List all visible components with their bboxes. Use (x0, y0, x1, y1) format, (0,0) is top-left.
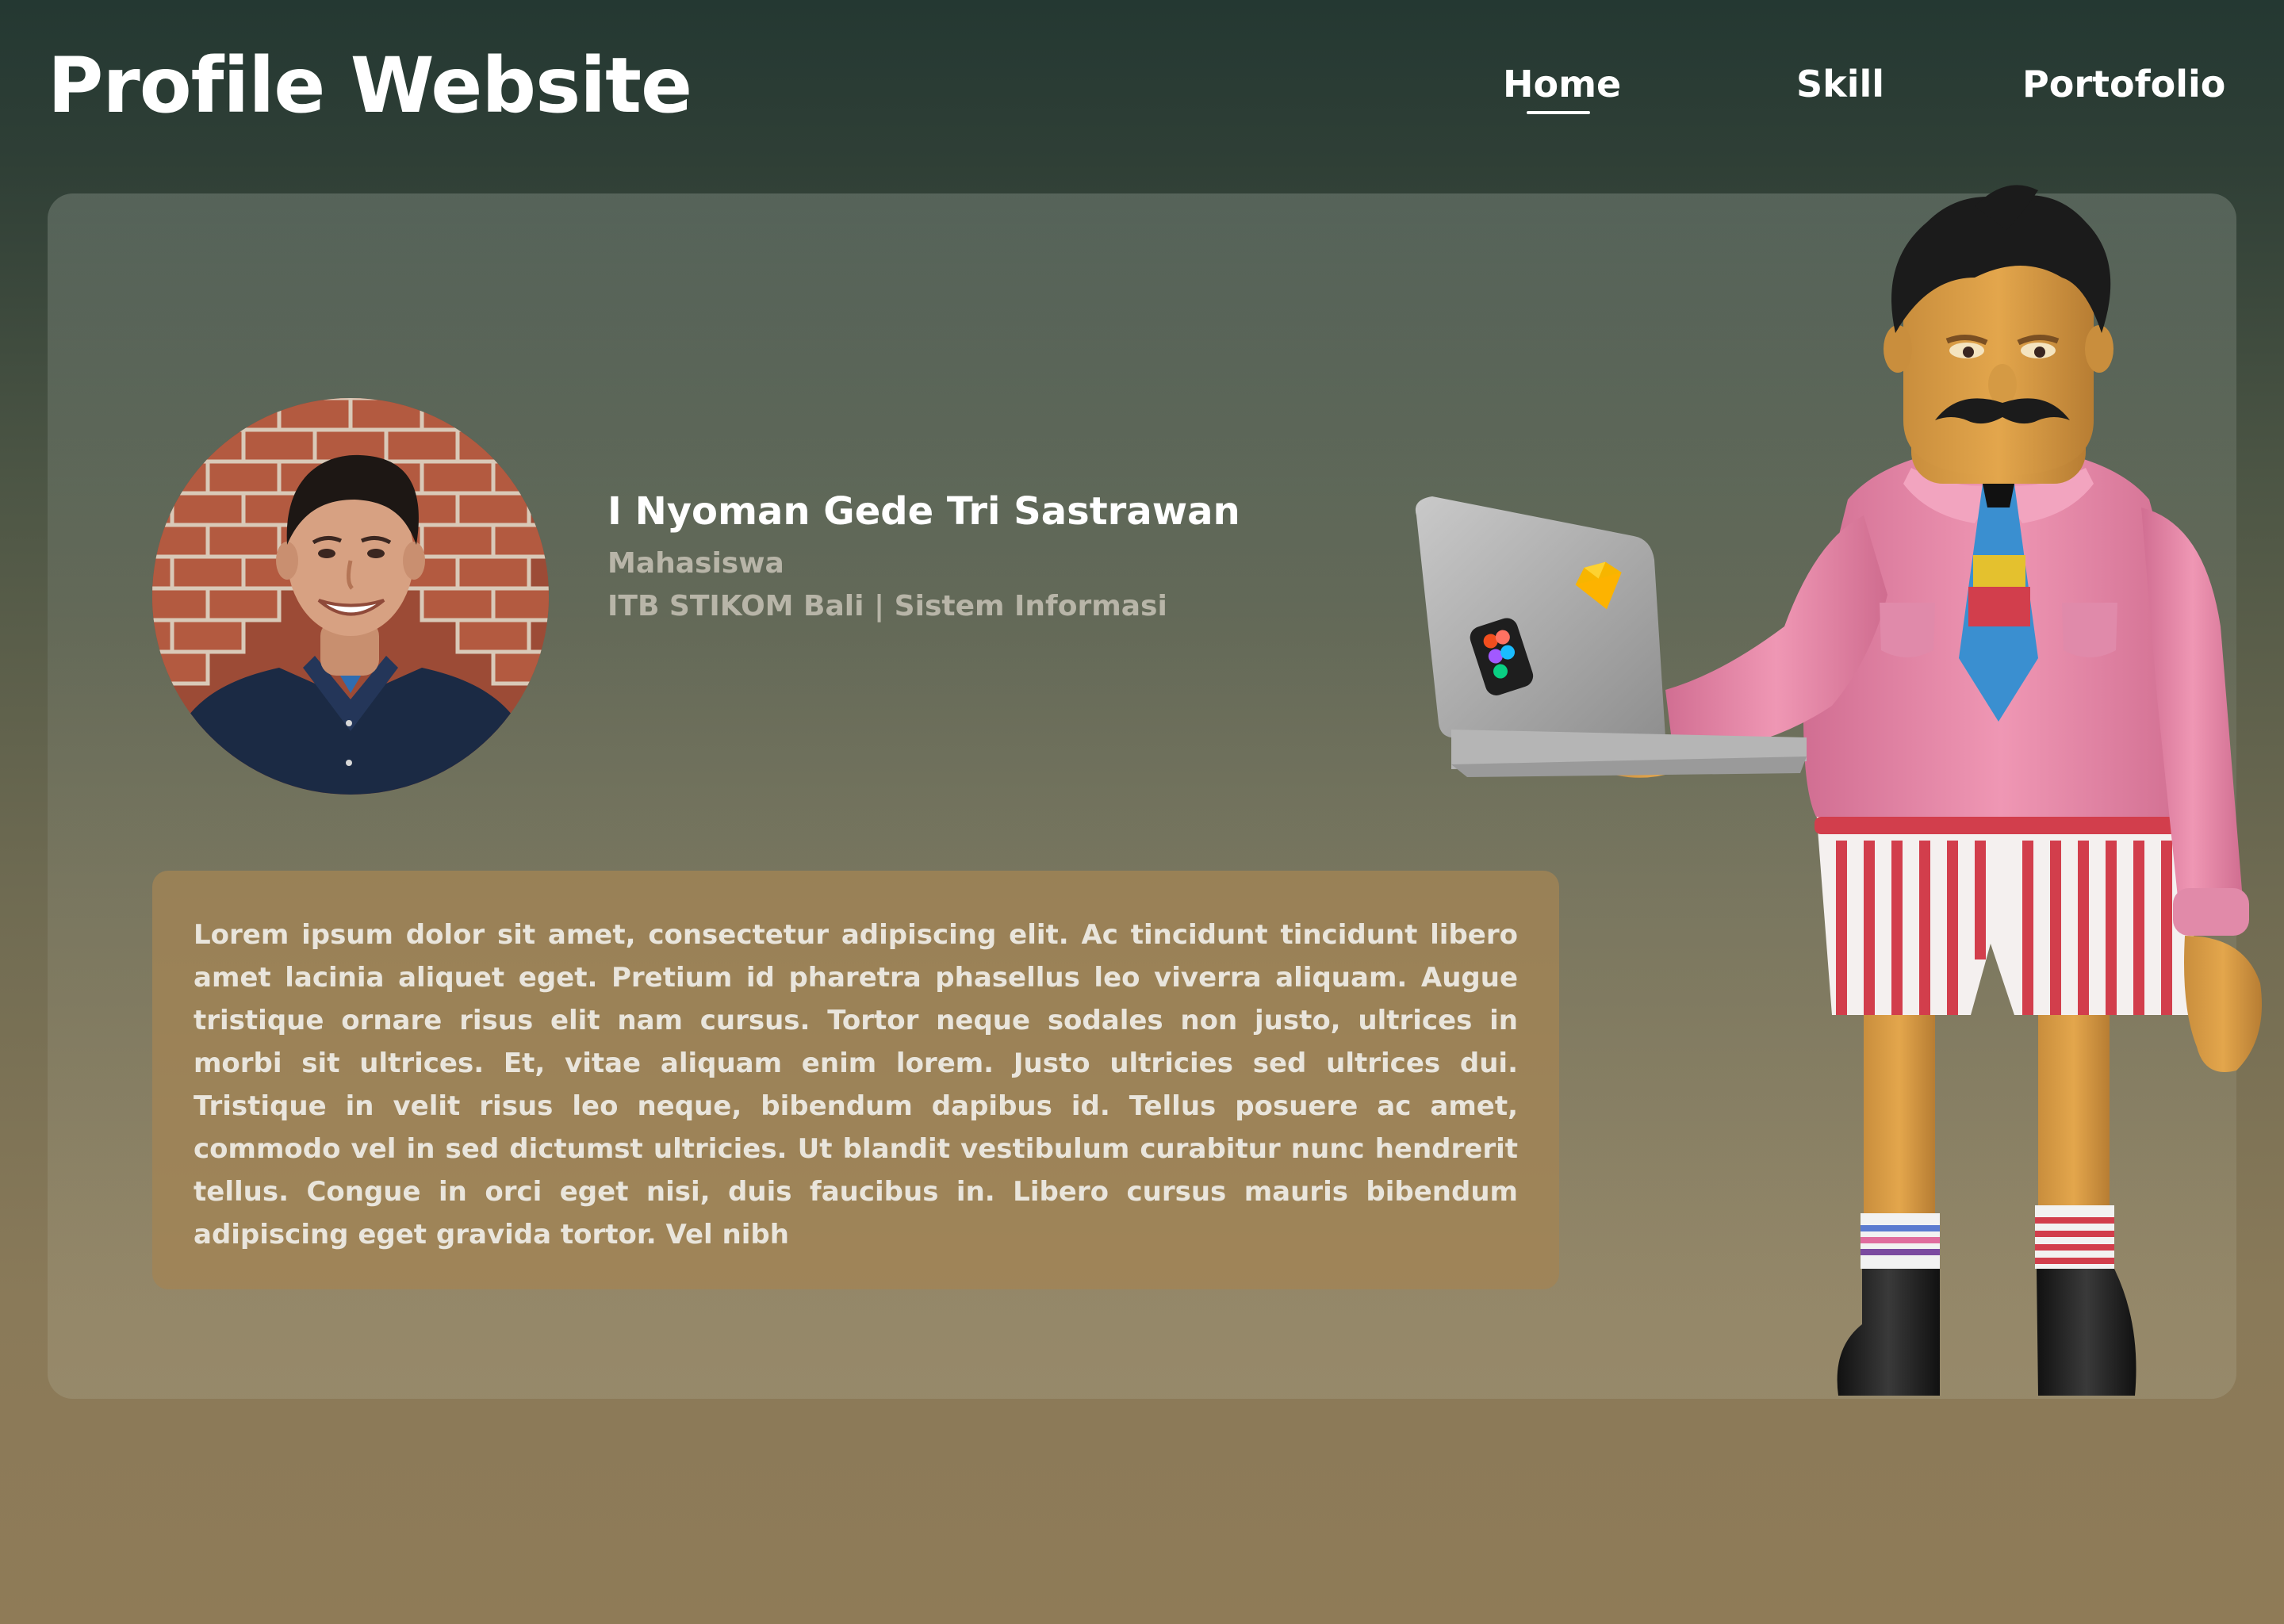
description-text: Lorem ipsum dolor sit amet, consectetur … (194, 919, 1518, 1251)
site-title: Profile Website (48, 41, 692, 130)
avatar (152, 398, 549, 795)
3d-character-with-laptop-icon (1415, 185, 2262, 1396)
nav-active-underline (1527, 111, 1590, 114)
description-box: Lorem ipsum dolor sit amet, consectetur … (152, 871, 1559, 1289)
character-illustration (1404, 182, 2284, 1419)
profile-photo-icon (152, 398, 549, 795)
nav-home-link[interactable]: Home (1503, 54, 1621, 114)
nav-portfolio-link[interactable]: Portofolio (2022, 54, 2225, 114)
profile-organization: ITB STIKOM Bali | Sistem Informasi (607, 590, 1167, 622)
profile-name: I Nyoman Gede Tri Sastrawan (607, 489, 1240, 534)
profile-role: Mahasiswa (607, 547, 784, 580)
nav-skill-link[interactable]: Skill (1796, 54, 1884, 114)
